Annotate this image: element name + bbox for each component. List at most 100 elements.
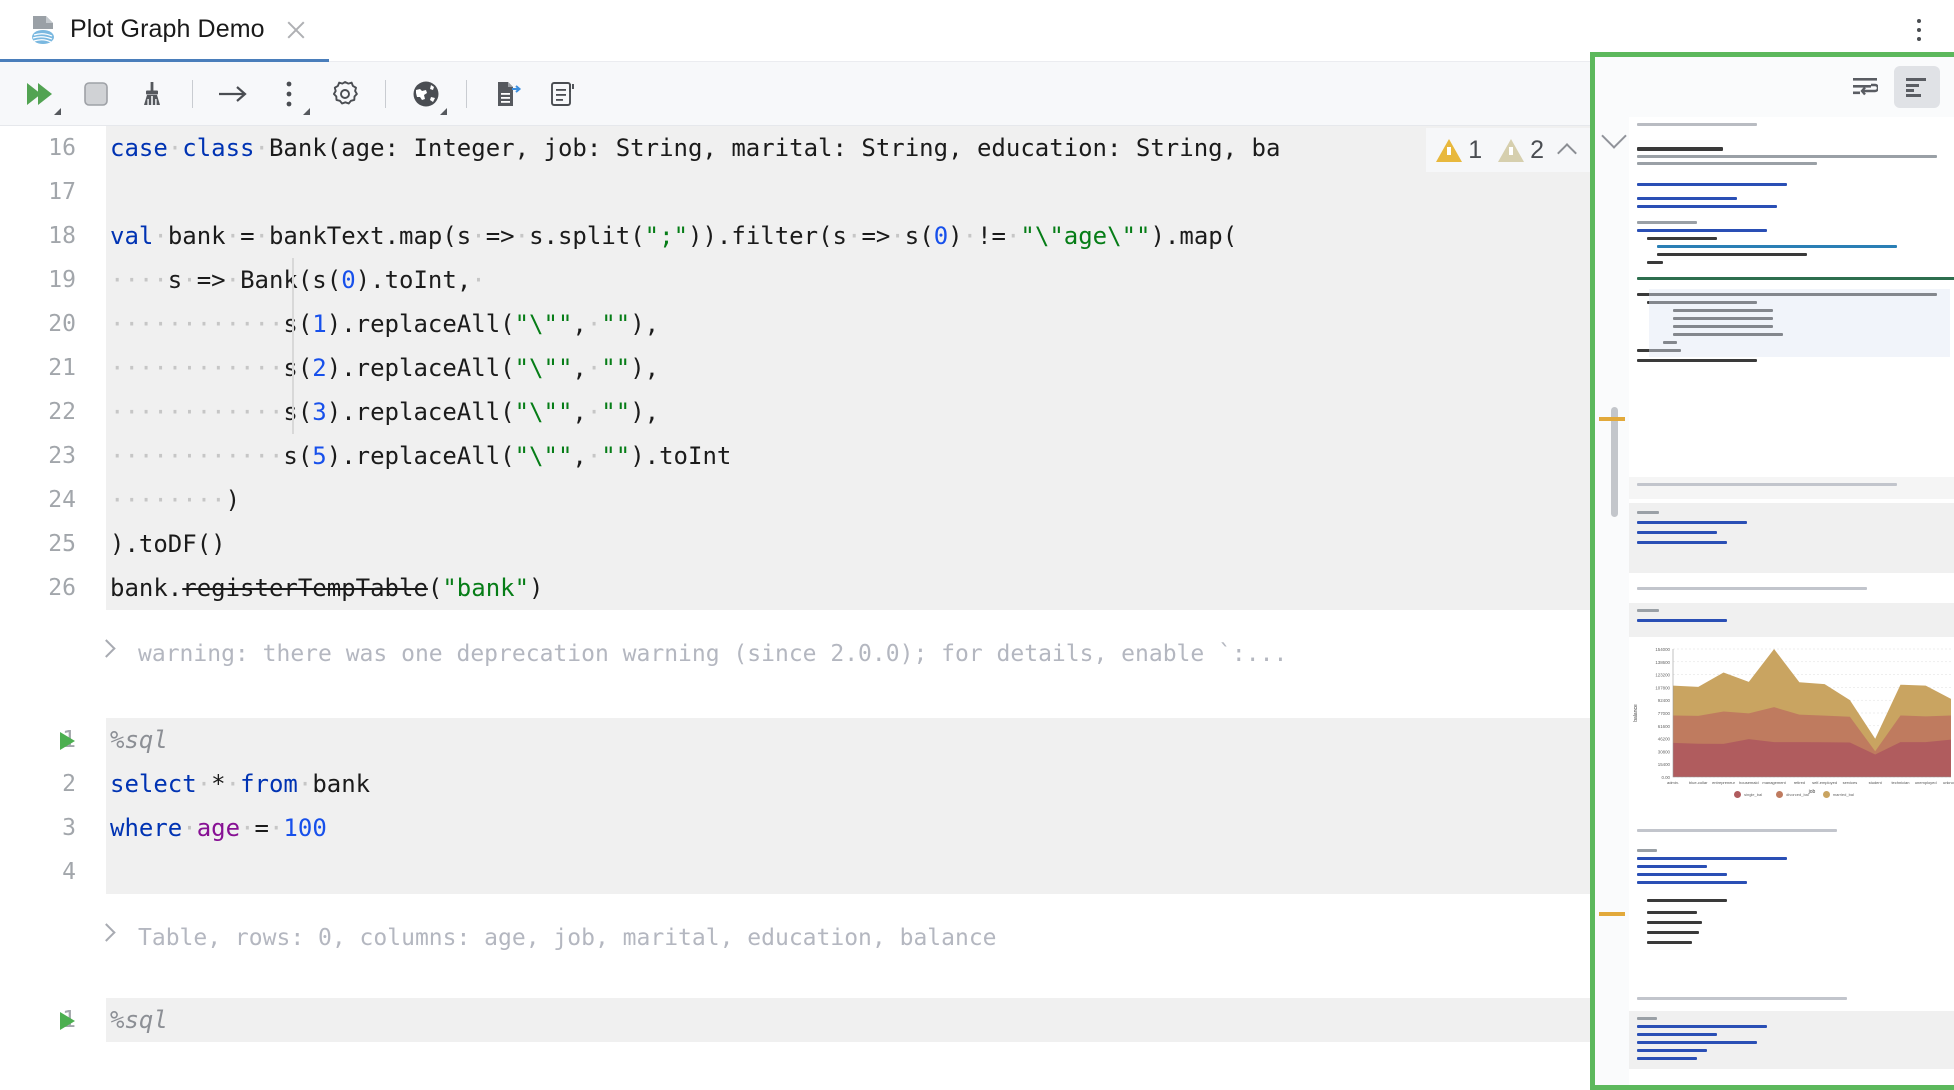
code-line[interactable]: 23 ············s(5).replaceAll("\"",·"").… <box>0 434 1590 478</box>
code-line[interactable]: 24 ········) <box>0 478 1590 522</box>
run-cell-button[interactable] <box>207 68 259 120</box>
code-token: %sql <box>110 726 168 754</box>
code-token: · <box>167 134 183 162</box>
code-token: "\"" <box>514 354 573 382</box>
svg-text:management: management <box>1762 780 1786 785</box>
dropdown-arrow-icon <box>54 107 61 115</box>
code-token: · <box>268 814 284 842</box>
run-all-button[interactable] <box>14 68 66 120</box>
svg-text:housemaid: housemaid <box>1739 780 1759 785</box>
code-line[interactable]: 1 %sql <box>0 998 1590 1042</box>
code-token: ( <box>427 574 443 602</box>
line-number: 25 <box>0 522 76 566</box>
gear-icon[interactable] <box>319 68 371 120</box>
code-text: %sql <box>106 1006 168 1034</box>
outline-view-icon[interactable] <box>1894 66 1940 108</box>
file-export-icon[interactable] <box>481 68 533 120</box>
code-token: · <box>196 770 212 798</box>
stacked-area-chart-svg: 0.00154003080046200616007700092400107800… <box>1633 647 1954 795</box>
line-number: 16 <box>0 126 76 170</box>
more-actions-button[interactable] <box>263 68 315 120</box>
clear-output-button[interactable] <box>126 68 178 120</box>
code-token: · <box>182 266 197 294</box>
preview-document: 0.00 15400 30800 46200 61600 77000 92400 107800… <box>1629 117 1954 1085</box>
code-line[interactable]: 4 <box>0 850 1590 894</box>
preview-body[interactable]: 0.00 15400 30800 46200 61600 77000 92400 107800… <box>1595 117 1954 1085</box>
table-result-output[interactable]: Table, rows: 0, columns: age, job, marit… <box>0 906 1590 970</box>
code-token: age <box>196 814 241 842</box>
preview-cell <box>1629 477 1954 499</box>
preview-code-line <box>1637 1033 1717 1036</box>
notebook-tab[interactable]: Plot Graph Demo <box>0 0 329 62</box>
code-token: ).map( <box>1150 222 1238 250</box>
code-line[interactable]: 17 <box>0 170 1590 214</box>
preview-code-line <box>1637 881 1747 884</box>
notebook-preview-panel[interactable]: 0.00 15400 30800 46200 61600 77000 92400 107800… <box>1590 52 1954 1090</box>
line-number: 19 <box>0 258 76 302</box>
line-number: 24 <box>0 478 76 522</box>
preview-code-line <box>1637 1041 1757 1044</box>
code-token: 3 <box>312 398 327 426</box>
globe-icon[interactable] <box>400 68 452 120</box>
line-number: 20 <box>0 302 76 346</box>
pie-chart-preview: 22.572213.132513.442467.132713.442844.11… <box>1629 1073 1954 1085</box>
code-line[interactable]: 16 case·class·Bank(age: Integer, job: Str… <box>0 126 1590 170</box>
code-token: s( <box>283 310 313 338</box>
chevron-down-icon[interactable] <box>1601 123 1627 149</box>
code-token: s( <box>904 222 934 250</box>
output-text: warning: there was one deprecation warni… <box>138 641 1288 667</box>
document-outline-icon[interactable] <box>537 68 589 120</box>
svg-text:unknown: unknown <box>1943 780 1954 785</box>
warning-count: 1 <box>1468 135 1483 164</box>
deprecation-warning-output[interactable]: warning: there was one deprecation warni… <box>0 622 1590 686</box>
code-token: · <box>225 770 241 798</box>
legend-label: single_bal <box>1744 792 1763 797</box>
cell-spacer <box>0 610 1590 622</box>
run-cell-play-icon[interactable] <box>60 732 75 750</box>
notebook-editor[interactable]: 16 case·class·Bank(age: Integer, job: Str… <box>0 126 1590 1090</box>
code-cell[interactable]: 16 case·class·Bank(age: Integer, job: Str… <box>0 126 1590 610</box>
code-text: ············s(5).replaceAll("\"",·"").to… <box>106 442 731 470</box>
code-token: = <box>240 222 255 250</box>
preview-scrollbar[interactable] <box>1611 407 1618 517</box>
svg-text:138600: 138600 <box>1655 660 1670 665</box>
code-token: ).toDF() <box>110 530 226 558</box>
code-line[interactable]: 20 ············s(1).replaceAll("\"",·""), <box>0 302 1590 346</box>
code-line[interactable]: 2 select·*·from·bank <box>0 762 1590 806</box>
code-line[interactable]: 18 val·bank·=·bankText.map(s·=>·s.split("… <box>0 214 1590 258</box>
code-cell[interactable]: 1 %sql <box>0 998 1590 1042</box>
code-line[interactable]: 22 ············s(3).replaceAll("\"",·""), <box>0 390 1590 434</box>
code-line[interactable]: 3 where·age·=·100 <box>0 806 1590 850</box>
code-text: ············s(2).replaceAll("\"",·""), <box>106 354 659 382</box>
svg-text:technician: technician <box>1891 780 1909 785</box>
code-token: ), <box>630 398 660 426</box>
code-text: %sql <box>106 726 168 754</box>
close-icon[interactable] <box>285 19 307 41</box>
code-token: · <box>240 814 255 842</box>
code-token: , <box>572 310 587 338</box>
kebab-menu-icon[interactable] <box>1902 12 1936 48</box>
output-text: Table, rows: 0, columns: age, job, marit… <box>138 925 997 951</box>
preview-code-line <box>1637 221 1697 224</box>
line-number: 23 <box>0 434 76 478</box>
code-cell[interactable]: 1 %sql 2 select·*·from·bank 3 where·age·=·100… <box>0 718 1590 894</box>
stop-button[interactable] <box>70 68 122 120</box>
preview-code-line <box>1647 931 1699 934</box>
inspection-widget[interactable]: 1 2 <box>1426 128 1590 172</box>
chevron-up-icon[interactable] <box>1557 143 1577 163</box>
code-token: · <box>586 442 602 470</box>
soft-wrap-icon[interactable] <box>1842 66 1888 108</box>
code-line[interactable]: 19 ····s·=>·Bank(s(0).toInt,· <box>0 258 1590 302</box>
code-line[interactable]: 25 ).toDF() <box>0 522 1590 566</box>
preview-code-line <box>1637 183 1787 186</box>
code-token: => <box>485 222 515 250</box>
code-token: ···· <box>110 266 168 294</box>
svg-text:services: services <box>1843 780 1858 785</box>
cell-spacer <box>0 970 1590 998</box>
code-line[interactable]: 21 ············s(2).replaceAll("\"",·""), <box>0 346 1590 390</box>
code-line[interactable]: 1 %sql <box>0 718 1590 762</box>
run-cell-play-icon[interactable] <box>60 1012 75 1030</box>
code-text: select·*·from·bank <box>106 770 370 798</box>
code-text: ).toDF() <box>106 530 226 558</box>
code-line[interactable]: 26 bank.registerTempTable("bank") <box>0 566 1590 610</box>
